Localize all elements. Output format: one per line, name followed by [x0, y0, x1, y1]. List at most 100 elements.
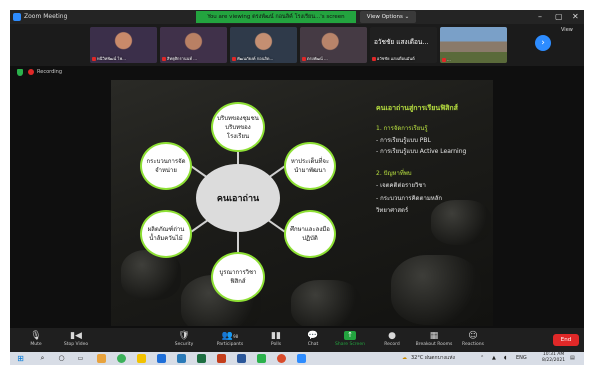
microphone-icon: 🎙: [30, 331, 42, 341]
stop-video-label: Stop Video: [63, 342, 89, 347]
end-meeting-button[interactable]: End: [553, 334, 579, 346]
recording-dot-icon: [28, 69, 34, 75]
chat-button[interactable]: 💬 Chat: [293, 330, 333, 352]
coal-texture: [291, 280, 361, 326]
line-icon[interactable]: [257, 354, 266, 363]
participant-name: อวัชชัย แสงเดือนมันต์: [377, 56, 415, 61]
word-icon[interactable]: [237, 354, 246, 363]
slide-bullet: - เจตคติต่อรายวิชา: [376, 182, 426, 189]
zoom-app-icon: [13, 13, 21, 21]
meeting-toolbar: 🎙 Mute ▮◀ Stop Video 🛡 Security 👥98 Part…: [10, 328, 584, 352]
security-label: Security: [174, 342, 194, 347]
mic-muted-icon: [92, 57, 96, 61]
diagram-node: ผลิตภัณฑ์ถ่าน น้ำส้มควันไม้: [140, 210, 192, 258]
slide-right-title: คนเอาถ่านสู่การเรียนฟิสิกส์: [376, 104, 458, 112]
maximize-button[interactable]: ▢: [555, 12, 563, 22]
participants-button[interactable]: 👥98 Participants: [210, 330, 250, 352]
weather-text: 32°C ฝนตกบางแห่ง: [411, 355, 455, 361]
volume-icon[interactable]: ◖: [504, 354, 507, 363]
security-button[interactable]: 🛡 Security: [164, 330, 204, 352]
next-page-icon[interactable]: ›: [535, 35, 551, 51]
mic-muted-icon: [302, 57, 306, 61]
view-button[interactable]: View: [561, 27, 573, 33]
browser-icon[interactable]: [277, 354, 286, 363]
record-icon: ●: [388, 331, 396, 341]
participant-name-card[interactable]: อวัชชัย แสงเดือน... อวัชชัย แสงเดือนมันต…: [370, 27, 437, 63]
app-icon[interactable]: [97, 354, 106, 363]
chat-icon: 💬: [307, 331, 319, 341]
reactions-button[interactable]: ☺ Reactions: [453, 330, 493, 352]
zoom-taskbar-icon[interactable]: [297, 354, 306, 363]
title-bar: Zoom Meeting You are viewing ตรงพัฒน์ กอ…: [10, 10, 584, 24]
mic-muted-icon: [372, 57, 376, 61]
notifications-icon[interactable]: ▤: [570, 354, 575, 363]
record-button[interactable]: ● Record: [372, 330, 412, 352]
diagram-node: กระบวนการจัด จำหน่าย: [140, 142, 192, 190]
participants-icon: 👥: [221, 331, 234, 341]
viewing-screen-banner: You are viewing ตรงพัฒน์ กอนลิค์ โรงเรีย…: [196, 11, 356, 23]
participant-video[interactable]: หนีวิทพัฒน์ ไพ...: [90, 27, 157, 63]
diagram-node: หาประเด็นที่จะ นำมาพัฒนา: [284, 142, 336, 190]
chrome-icon[interactable]: [117, 354, 126, 363]
mute-button[interactable]: 🎙 Mute: [16, 330, 56, 352]
reactions-icon: ☺: [468, 331, 478, 341]
recording-label: Recording: [37, 69, 63, 75]
stop-video-button[interactable]: ▮◀ Stop Video: [56, 330, 96, 352]
excel-icon[interactable]: [197, 354, 206, 363]
mic-muted-icon: [232, 57, 236, 61]
clock-date: 8/22/2021: [542, 358, 566, 363]
cortana-icon[interactable]: ○: [57, 354, 66, 363]
powerpoint-icon[interactable]: [217, 354, 226, 363]
chat-label: Chat: [307, 342, 319, 347]
task-view-icon[interactable]: ▭: [76, 354, 85, 363]
polls-label: Polls: [270, 342, 282, 347]
search-icon[interactable]: ⌕: [38, 354, 47, 363]
mic-muted-icon: [442, 58, 446, 62]
slide-bullet: วิทยาศาสตร์: [376, 207, 409, 214]
tray-chevron-icon[interactable]: ⌃: [480, 354, 484, 363]
shield-icon: 🛡: [178, 331, 190, 341]
slide-heading: 2. ปัญหาที่พบ: [376, 170, 412, 177]
minimize-button[interactable]: –: [538, 12, 542, 22]
participant-name: ตรงพัฒน์ ...: [307, 56, 328, 61]
participant-video[interactable]: ตรงพัฒน์ ...: [300, 27, 367, 63]
window-title: Zoom Meeting: [24, 13, 68, 20]
participant-video[interactable]: พัฒนภัยงค์ กอนลิด...: [230, 27, 297, 63]
breakout-rooms-button[interactable]: ▦ Breakout Rooms: [410, 330, 458, 352]
reactions-label: Reactions: [462, 342, 484, 347]
participant-video[interactable]: สิทธุศิกรานนท์ ...: [160, 27, 227, 63]
security-shield-icon: [17, 69, 23, 76]
participant-name: พัฒนภัยงค์ กอนลิด...: [237, 56, 274, 61]
diagram-center-node: คนเอาถ่าน: [196, 164, 280, 232]
close-button[interactable]: ✕: [572, 12, 579, 22]
share-screen-label: Share Screen: [335, 342, 365, 347]
share-screen-button[interactable]: ↑ Share Screen: [330, 330, 370, 352]
mail-icon[interactable]: [157, 354, 166, 363]
participants-label: Participants: [216, 342, 244, 347]
app-icon[interactable]: [177, 354, 186, 363]
record-label: Record: [384, 342, 400, 347]
participant-count-badge: 98: [233, 334, 239, 339]
participant-video[interactable]: ...: [440, 27, 507, 63]
windows-start-icon[interactable]: ⊞: [16, 354, 25, 363]
coal-texture: [121, 250, 181, 300]
view-options-button[interactable]: View Options ⌄: [360, 11, 416, 23]
diagram-node: บูรณาการวิชา ฟิสิกส์: [211, 252, 265, 302]
slide-heading: 1. การจัดการเรียนรู้: [376, 125, 428, 132]
system-clock[interactable]: 10:31 AM 8/22/2021: [542, 352, 565, 364]
weather-icon: ☁: [402, 355, 407, 361]
breakout-rooms-icon: ▦: [429, 331, 439, 341]
network-icon[interactable]: ▲: [492, 354, 496, 363]
windows-taskbar: ⊞ ⌕ ○ ▭ ☁ 32°C ฝนตกบางแห่ง ⌃ ▲ ◖ ENG 10:…: [10, 352, 584, 365]
participant-name: สิทธุศิกรานนท์ ...: [167, 56, 198, 61]
input-language[interactable]: ENG: [516, 354, 527, 363]
polls-button[interactable]: ▮▮ Polls: [256, 330, 296, 352]
status-row: Recording: [10, 66, 584, 78]
mic-muted-icon: [162, 57, 166, 61]
breakout-rooms-label: Breakout Rooms: [415, 342, 453, 347]
video-camera-icon: ▮◀: [70, 331, 82, 341]
file-explorer-icon[interactable]: [137, 354, 146, 363]
diagram-node: ศึกษาและลงมือ ปฏิบัติ: [284, 210, 336, 258]
shared-screen-slide: บริบทของชุมชน บริบทของ โรงเรียน หาประเด็…: [111, 80, 493, 326]
slide-bullet: - กระบวนการคิดตามหลัก: [376, 195, 443, 202]
